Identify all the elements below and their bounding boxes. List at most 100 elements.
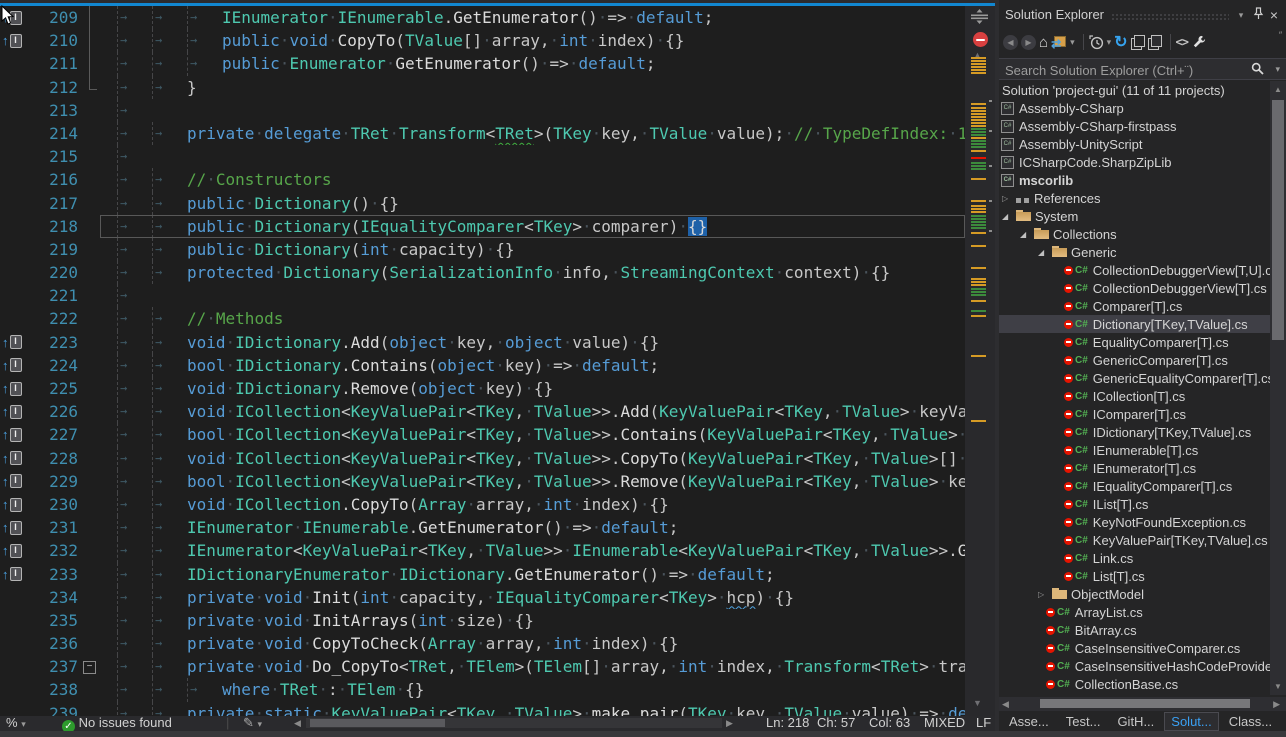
code-line[interactable]: 219→→public·Dictionary(int·capacity)·{} <box>0 238 965 261</box>
eol-indicator[interactable]: LF <box>976 714 991 732</box>
expanded-arrow-icon[interactable]: ◢ <box>1038 248 1052 257</box>
implements-glyph-icon[interactable]: ↑I <box>0 331 26 354</box>
tree-item-keynotfoundexception-cs[interactable]: C#KeyNotFoundException.cs <box>999 513 1270 531</box>
expanded-arrow-icon[interactable]: ◢ <box>1020 230 1034 239</box>
tree-item-collectiondebuggerview-t-u-cs[interactable]: C#CollectionDebuggerView[T,U].cs <box>999 261 1270 279</box>
code-line[interactable]: ↑I209→→→IEnumerator·IEnumerable.GetEnume… <box>0 6 965 29</box>
collapsed-arrow-icon[interactable]: ▷ <box>1002 194 1016 203</box>
code-line[interactable]: 235→→private·void·InitArrays(int·size)·{… <box>0 609 965 632</box>
tree-item-caseinsensitivecomparer-cs[interactable]: C#CaseInsensitiveComparer.cs <box>999 639 1270 657</box>
caret-icon[interactable]: ▾ <box>1107 32 1112 52</box>
char-indicator[interactable]: Ch: 57 <box>817 714 855 732</box>
tool-window-tab-solut[interactable]: Solut... <box>1164 712 1218 731</box>
code-line[interactable]: 212→→} <box>0 76 965 99</box>
nav-back-icon[interactable]: ◀ <box>1003 32 1018 52</box>
implements-glyph-icon[interactable]: ↑I <box>0 354 26 377</box>
code-line[interactable]: 211→→→public·Enumerator·GetEnumerator()·… <box>0 52 965 75</box>
switch-views-icon[interactable]: ⇄ <box>1051 32 1067 52</box>
code-line[interactable]: 218→→public·Dictionary(IEqualityComparer… <box>0 215 965 238</box>
tree-item-genericequalitycomparer-t-cs[interactable]: C#GenericEqualityComparer[T].cs <box>999 369 1270 387</box>
hscroll-right-arrow-icon[interactable]: ▶ <box>726 714 733 732</box>
tree-item-collectionbase-cs[interactable]: C#CollectionBase.cs <box>999 675 1270 693</box>
preview-selected-items-icon[interactable] <box>1148 32 1162 52</box>
code-line[interactable]: ↑I233→→IDictionaryEnumerator·IDictionary… <box>0 563 965 586</box>
tree-vertical-scrollbar[interactable]: ▲ ▼ <box>1270 81 1286 695</box>
split-window-grip-icon[interactable] <box>970 8 989 31</box>
outlining-margin[interactable]: − <box>78 655 100 678</box>
tree-vscroll-thumb[interactable] <box>1272 100 1284 340</box>
tree-item-iequalitycomparer-t-cs[interactable]: C#IEqualityComparer[T].cs <box>999 477 1270 495</box>
scroll-down-arrow-icon[interactable]: ▼ <box>973 698 982 708</box>
implements-glyph-icon[interactable]: ↑I <box>0 423 26 446</box>
hscroll-left-arrow-icon[interactable]: ◀ <box>294 714 301 732</box>
pin-icon[interactable] <box>1250 7 1266 23</box>
code-line[interactable]: ↑I229→→bool·ICollection<KeyValuePair<TKe… <box>0 470 965 493</box>
tree-item-collectiondebuggerview-t-cs[interactable]: C#CollectionDebuggerView[T].cs <box>999 279 1270 297</box>
code-line[interactable]: 238→→→where·TRet·:·TElem·{} <box>0 678 965 701</box>
properties-icon[interactable] <box>1191 32 1206 52</box>
tree-item-icollection-t-cs[interactable]: C#ICollection[T].cs <box>999 387 1270 405</box>
code-area[interactable]: ↑I209→→→IEnumerator·IEnumerable.GetEnume… <box>0 6 965 716</box>
tree-item-assembly-unityscript[interactable]: C#Assembly-UnityScript <box>999 135 1270 153</box>
refresh-icon[interactable]: ↻ <box>1114 32 1127 52</box>
tree-item-caseinsensitivehashcodeprovider-cs[interactable]: C#CaseInsensitiveHashCodeProvider.cs <box>999 657 1270 675</box>
tree-item-ienumerator-t-cs[interactable]: C#IEnumerator[T].cs <box>999 459 1270 477</box>
tree-item-solution-project-gui-11-of-11-projects[interactable]: Solution 'project-gui' (11 of 11 project… <box>999 81 1270 99</box>
tree-item-ienumerable-t-cs[interactable]: C#IEnumerable[T].cs <box>999 441 1270 459</box>
search-options-caret-icon[interactable]: ▾ <box>1275 64 1280 75</box>
implements-glyph-icon[interactable]: ↑I <box>0 516 26 539</box>
window-position-menu-icon[interactable]: ▾ <box>1233 7 1249 23</box>
tree-item-genericcomparer-t-cs[interactable]: C#GenericComparer[T].cs <box>999 351 1270 369</box>
tree-item-comparer-t-cs[interactable]: C#Comparer[T].cs <box>999 297 1270 315</box>
toolbar-overflow-icon[interactable]: ″ <box>1279 30 1282 40</box>
editor-vertical-scrollbar[interactable]: ▲ ▼ <box>965 6 995 716</box>
nav-forward-icon[interactable]: ▶ <box>1021 32 1036 52</box>
tree-item-list-t-cs[interactable]: C#List[T].cs <box>999 567 1270 585</box>
code-line[interactable]: 234→→private·void·Init(int·capacity,·IEq… <box>0 586 965 609</box>
close-icon[interactable]: × <box>1266 7 1282 23</box>
tree-item-objectmodel[interactable]: ▷ObjectModel <box>999 585 1270 603</box>
home-icon[interactable]: ⌂ <box>1039 32 1048 52</box>
tree-item-bitarray-cs[interactable]: C#BitArray.cs <box>999 621 1270 639</box>
search-input[interactable] <box>1003 60 1247 80</box>
code-line[interactable]: ↑I223→→void·IDictionary.Add(object·key,·… <box>0 331 965 354</box>
tree-item-idictionary-tkey-tvalue-cs[interactable]: C#IDictionary[TKey,TValue].cs <box>999 423 1270 441</box>
tree-item-keyvaluepair-tkey-tvalue-cs[interactable]: C#KeyValuePair[TKey,TValue].cs <box>999 531 1270 549</box>
code-line[interactable]: ↑I231→→IEnumerator·IEnumerable.GetEnumer… <box>0 516 965 539</box>
tree-item-equalitycomparer-t-cs[interactable]: C#EqualityComparer[T].cs <box>999 333 1270 351</box>
panel-title-bar[interactable]: Solution Explorer ▾ × <box>999 4 1286 28</box>
tool-window-tab-tea[interactable]: Tea... <box>1282 712 1286 731</box>
caret-icon[interactable]: ▾ <box>1070 32 1075 52</box>
code-line[interactable]: ↑I230→→void·ICollection.CopyTo(Array·arr… <box>0 493 965 516</box>
hscroll-left-arrow-icon[interactable]: ◀ <box>1002 699 1009 710</box>
code-line[interactable]: ↑I224→→bool·IDictionary.Contains(object·… <box>0 354 965 377</box>
code-line[interactable]: 220→→protected·Dictionary(SerializationI… <box>0 261 965 284</box>
implements-glyph-icon[interactable]: ↑I <box>0 400 26 423</box>
tree-item-link-cs[interactable]: C#Link.cs <box>999 549 1270 567</box>
implements-glyph-icon[interactable]: ↑I <box>0 447 26 470</box>
tool-window-tab-class[interactable]: Class... <box>1222 712 1279 731</box>
column-indicator[interactable]: Col: 63 <box>869 714 910 732</box>
code-line[interactable]: 213→ <box>0 99 965 122</box>
tree-item-collections[interactable]: ◢Collections <box>999 225 1270 243</box>
tool-window-tab-gith[interactable]: GitH... <box>1110 712 1161 731</box>
code-line[interactable]: ↑I225→→void·IDictionary.Remove(object·ke… <box>0 377 965 400</box>
code-line[interactable]: 221→ <box>0 284 965 307</box>
tool-window-tab-asse[interactable]: Asse... <box>1002 712 1056 731</box>
expanded-arrow-icon[interactable]: ◢ <box>1002 212 1016 221</box>
code-line[interactable]: ↑I226→→void·ICollection<KeyValuePair<TKe… <box>0 400 965 423</box>
tree-item-dictionary-tkey-tvalue-cs[interactable]: C#Dictionary[TKey,TValue].cs <box>999 315 1270 333</box>
implements-glyph-icon[interactable]: ↑I <box>0 563 26 586</box>
tree-item-icsharpcode-sharpziplib[interactable]: C#ICSharpCode.SharpZipLib <box>999 153 1270 171</box>
tree-item-generic[interactable]: ◢Generic <box>999 243 1270 261</box>
view-code-icon[interactable]: <> <box>1176 32 1188 52</box>
tree-item-mscorlib[interactable]: C#mscorlib <box>999 171 1270 189</box>
editor-horizontal-scrollbar[interactable] <box>306 718 722 728</box>
pending-changes-filter-icon[interactable] <box>1089 32 1104 52</box>
hscroll-right-arrow-icon[interactable]: ▶ <box>1273 699 1280 710</box>
sync-with-active-document-icon[interactable] <box>1131 32 1145 52</box>
tree-item-assembly-csharp[interactable]: C#Assembly-CSharp <box>999 99 1270 117</box>
tree-item-icomparer-t-cs[interactable]: C#IComparer[T].cs <box>999 405 1270 423</box>
implements-glyph-icon[interactable]: ↑I <box>0 377 26 400</box>
code-line[interactable]: 236→→private·void·CopyToCheck(Array·arra… <box>0 632 965 655</box>
